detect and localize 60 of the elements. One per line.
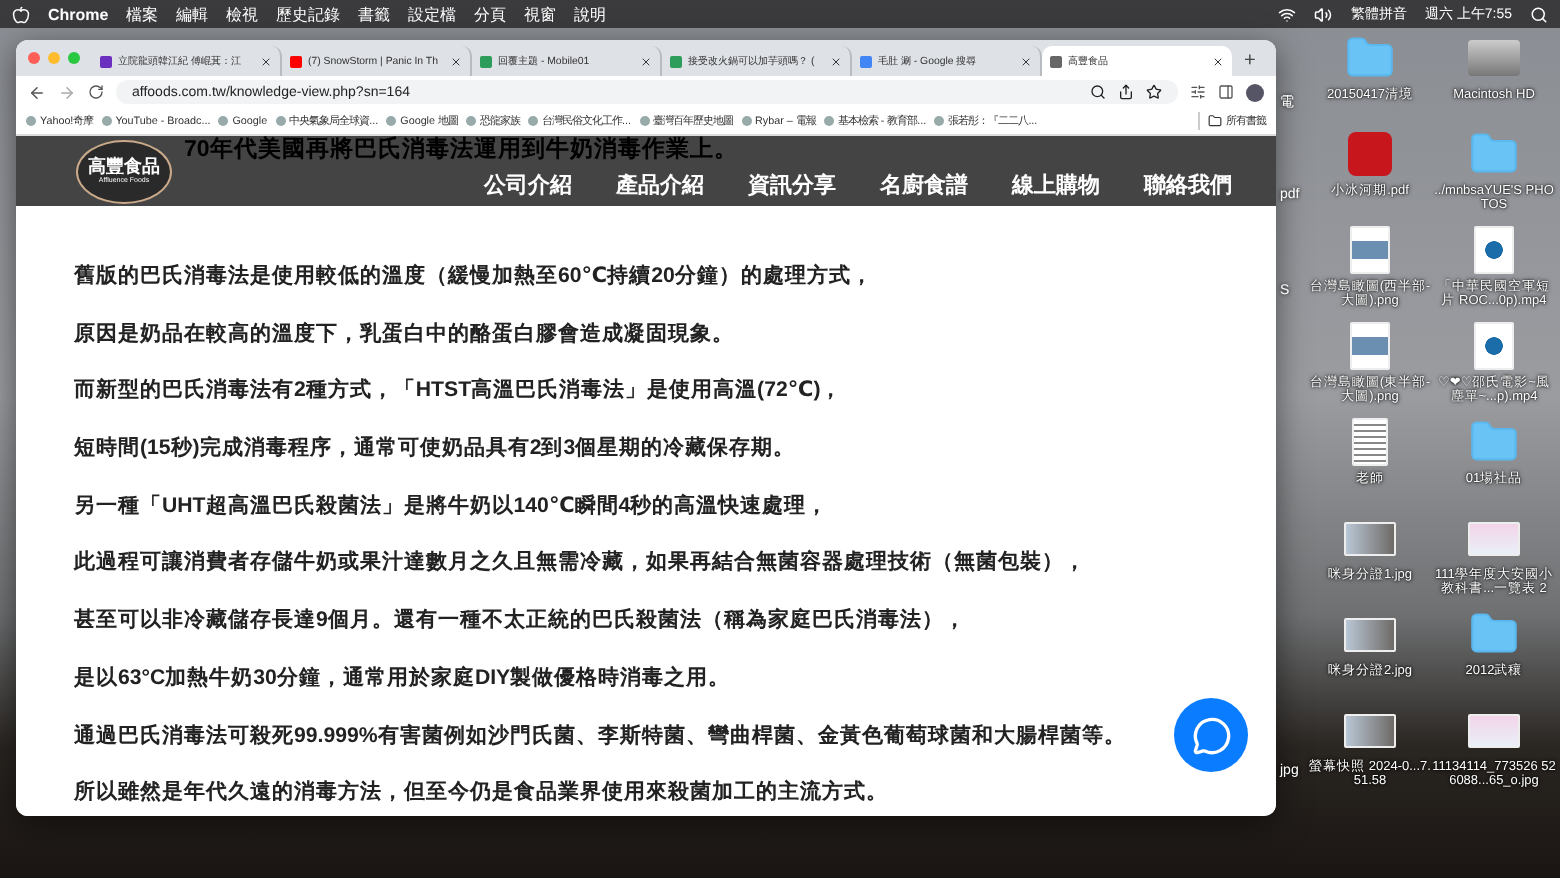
menu-item[interactable]: 視窗 xyxy=(524,3,557,25)
menu-item[interactable]: 設定檔 xyxy=(408,3,457,25)
folder-icon xyxy=(1208,114,1222,128)
chat-bubble-icon xyxy=(1191,715,1231,755)
close-icon[interactable] xyxy=(1212,55,1224,67)
menu-item[interactable]: 說明 xyxy=(574,3,607,25)
image-file-icon xyxy=(1350,226,1390,274)
close-icon[interactable] xyxy=(640,55,652,67)
star-icon[interactable] xyxy=(1146,84,1162,100)
nav-link[interactable]: 產品介紹 xyxy=(616,172,704,200)
pdf-file-icon xyxy=(1348,132,1392,176)
photo-thumbnail xyxy=(1344,713,1396,747)
document-thumbnail xyxy=(1468,713,1520,747)
volume-icon[interactable] xyxy=(1314,5,1333,23)
body-text: 另一種「UHT超高溫巴氏殺菌法」是將牛奶以140℃瞬間4秒的高溫快速處理， xyxy=(74,491,829,522)
photo-thumbnail xyxy=(1344,617,1396,651)
nav-link[interactable]: 聯絡我們 xyxy=(1144,172,1232,200)
nav-link[interactable]: 公司介紹 xyxy=(484,172,572,200)
video-file-icon xyxy=(1474,322,1514,370)
body-text: 而新型的巴氏消毒法有2種方式，「HTST高溫巴氏消毒法」是使用高溫(72℃)， xyxy=(74,375,843,407)
search-icon[interactable] xyxy=(1090,84,1106,100)
body-text: 通過巴氏消毒法可殺死99.999%有害菌例如沙門氏菌、李斯特菌、彎曲桿菌、金黃色葡萄球菌和大腸桿菌等。 xyxy=(74,721,1126,751)
menu-item[interactable]: 檔案 xyxy=(126,3,159,25)
menu-item[interactable]: 歷史記錄 xyxy=(276,3,341,25)
body-text: 所以雖然是年代久遠的消毒方法，但至今仍是食品業界使用來殺菌加工的主流方式。 xyxy=(74,777,888,809)
document-thumbnail xyxy=(1468,521,1520,555)
close-icon[interactable] xyxy=(450,55,462,67)
menu-item[interactable]: 檢視 xyxy=(226,3,259,25)
reload-icon[interactable] xyxy=(88,84,104,100)
sliders-icon[interactable] xyxy=(1190,84,1206,100)
share-icon[interactable] xyxy=(1118,84,1134,100)
video-file-icon xyxy=(1474,226,1514,274)
wifi-icon[interactable] xyxy=(1278,5,1297,23)
body-text: 是以63°C加熱牛奶30分鐘，通常用於家庭DIY製做優格時消毒之用。 xyxy=(74,663,731,694)
apple-icon[interactable] xyxy=(12,5,30,23)
close-icon[interactable] xyxy=(1020,55,1032,67)
image-file-icon xyxy=(1350,322,1390,370)
body-text: 短時間(15秒)完成消毒程序，通常可使奶品具有2到3個星期的冷藏保存期。 xyxy=(74,433,796,465)
nav-link[interactable]: 資訊分享 xyxy=(748,172,836,200)
messenger-button[interactable] xyxy=(1174,698,1248,772)
app-menu[interactable]: Chrome xyxy=(48,5,109,23)
profile-avatar[interactable] xyxy=(1246,83,1264,101)
body-text: 原因是奶品在較高的溫度下，乳蛋白中的酪蛋白膠會造成凝固現象。 xyxy=(74,319,734,350)
body-text: 此過程可讓消費者存儲牛奶或果汁達數月之久且無需冷藏，如果再結合無菌容器處理技術（無菌包裝）， xyxy=(74,547,1086,579)
menu-item[interactable]: 編輯 xyxy=(176,3,209,25)
side-panel-icon[interactable] xyxy=(1218,84,1234,100)
new-tab-button[interactable]: + xyxy=(1232,50,1268,76)
close-icon[interactable] xyxy=(260,55,272,67)
close-icon[interactable] xyxy=(830,55,842,67)
menu-item[interactable]: 書籤 xyxy=(358,3,391,25)
body-text: 70年代美國再將巴氏消毒法運用到牛奶消毒作業上。 xyxy=(184,138,738,164)
menu-item[interactable]: 分頁 xyxy=(474,3,507,25)
drive-icon xyxy=(1468,40,1520,76)
back-icon[interactable] xyxy=(28,83,46,101)
nav-link[interactable]: 線上購物 xyxy=(1012,172,1100,200)
body-text: 甚至可以非冷藏儲存長達9個月。還有一種不太正統的巴氏殺菌法（稱為家庭巴氏消毒法）， xyxy=(74,605,966,637)
document-icon xyxy=(1352,418,1388,466)
nav-link[interactable]: 名廚食譜 xyxy=(880,172,968,200)
photo-thumbnail xyxy=(1344,521,1396,555)
body-text: 舊版的巴氏消毒法是使用較低的溫度（緩慢加熱至60℃持續20分鐘）的處理方式， xyxy=(74,261,873,292)
